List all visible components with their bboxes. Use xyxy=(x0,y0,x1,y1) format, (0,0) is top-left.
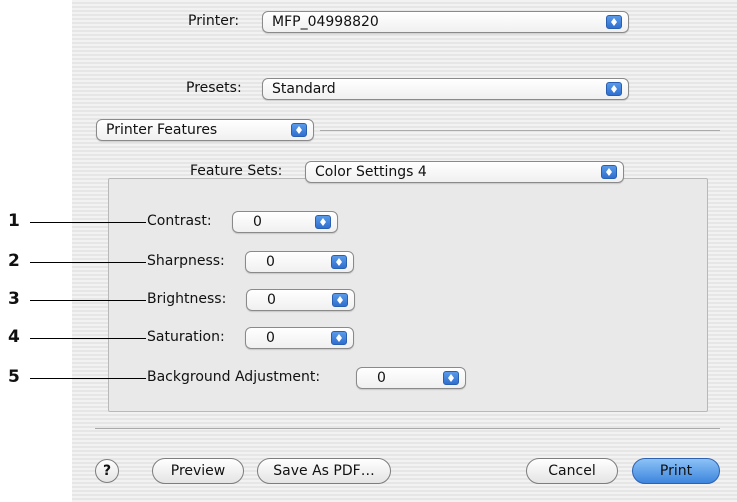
brightness-popup[interactable]: 0 xyxy=(246,289,355,311)
printer-value: MFP_04998820 xyxy=(272,14,379,30)
popup-arrows-icon xyxy=(331,255,347,269)
printer-label: Printer: xyxy=(188,13,240,29)
popup-arrows-icon xyxy=(606,82,622,96)
contrast-popup[interactable]: 0 xyxy=(232,211,338,233)
popup-arrows-icon xyxy=(315,215,331,229)
panel-value: Printer Features xyxy=(106,122,218,138)
popup-arrows-icon xyxy=(443,371,459,385)
printer-popup[interactable]: MFP_04998820 xyxy=(262,11,629,33)
presets-value: Standard xyxy=(272,81,336,97)
callout-number: 5 xyxy=(8,367,20,387)
saturation-popup[interactable]: 0 xyxy=(245,327,354,349)
feature-sets-value: Color Settings 4 xyxy=(315,164,427,180)
help-button[interactable]: ? xyxy=(95,459,119,483)
callout-line xyxy=(30,222,146,223)
contrast-value: 0 xyxy=(253,214,262,230)
popup-arrows-icon xyxy=(601,165,617,179)
callout-number: 1 xyxy=(8,211,20,231)
feature-sets-label: Feature Sets: xyxy=(190,163,283,179)
sharpness-popup[interactable]: 0 xyxy=(245,251,354,273)
callout-line xyxy=(30,338,146,339)
presets-label: Presets: xyxy=(186,80,242,96)
sharpness-value: 0 xyxy=(266,254,275,270)
callout-number: 3 xyxy=(8,289,20,309)
panel-popup[interactable]: Printer Features xyxy=(96,119,314,141)
cancel-button[interactable]: Cancel xyxy=(526,458,618,484)
callout-line xyxy=(30,300,146,301)
saturation-value: 0 xyxy=(266,330,275,346)
save-as-pdf-button[interactable]: Save As PDF… xyxy=(257,458,391,484)
print-button[interactable]: Print xyxy=(632,458,720,484)
separator-line xyxy=(320,130,720,131)
background-adjustment-label: Background Adjustment: xyxy=(147,369,321,385)
bottom-separator xyxy=(95,428,720,429)
callout-number: 4 xyxy=(8,327,20,347)
preview-button[interactable]: Preview xyxy=(152,458,244,484)
brightness-label: Brightness: xyxy=(147,291,227,307)
background-adjustment-value: 0 xyxy=(377,370,386,386)
background-adjustment-popup[interactable]: 0 xyxy=(356,367,466,389)
popup-arrows-icon xyxy=(291,123,307,137)
sharpness-label: Sharpness: xyxy=(147,253,225,269)
saturation-label: Saturation: xyxy=(147,329,225,345)
callout-line xyxy=(30,378,146,379)
presets-popup[interactable]: Standard xyxy=(262,78,629,100)
popup-arrows-icon xyxy=(332,293,348,307)
brightness-value: 0 xyxy=(267,292,276,308)
popup-arrows-icon xyxy=(606,15,622,29)
feature-sets-popup[interactable]: Color Settings 4 xyxy=(305,161,624,183)
callout-number: 2 xyxy=(8,251,20,271)
popup-arrows-icon xyxy=(331,331,347,345)
callout-line xyxy=(30,262,146,263)
contrast-label: Contrast: xyxy=(147,213,212,229)
